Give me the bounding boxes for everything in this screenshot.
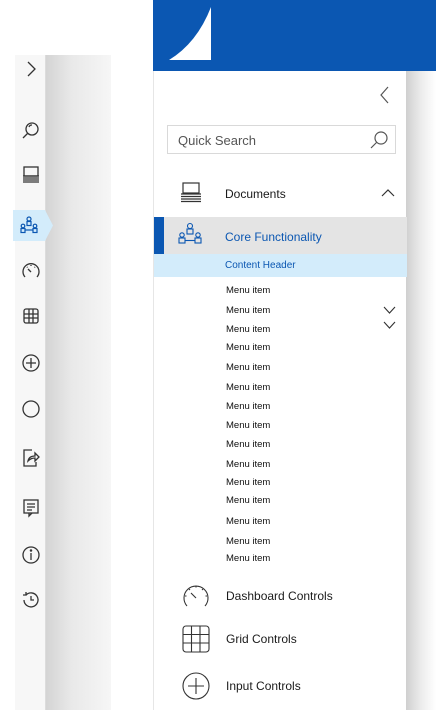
add-icon[interactable] (20, 352, 42, 374)
menu-item[interactable]: Menu item (226, 459, 270, 470)
grid-icon (182, 625, 210, 653)
menu-item[interactable]: Menu item (226, 342, 270, 353)
panel-shadow (406, 71, 436, 710)
menu-item[interactable]: Menu item (226, 382, 270, 393)
search-icon[interactable] (369, 130, 389, 150)
menu-item[interactable]: Menu item (226, 439, 270, 450)
section-documents[interactable]: Documents (154, 176, 407, 212)
menu-item[interactable]: Menu item (226, 477, 270, 488)
menu-item[interactable]: Menu item (226, 285, 270, 296)
dashboard-controls-label: Dashboard Controls (226, 589, 333, 603)
menu-item[interactable]: Menu item (226, 324, 270, 335)
chevron-right-icon[interactable] (20, 58, 42, 80)
core-functionality-label: Core Functionality (225, 230, 322, 244)
chevron-down-icon[interactable] (383, 306, 396, 314)
documents-icon[interactable] (20, 163, 42, 185)
content-header: Content Header (154, 254, 407, 277)
dashboard-controls[interactable]: Dashboard Controls (154, 576, 407, 616)
menu-item[interactable]: Menu item (226, 516, 270, 527)
rail-shadow (46, 55, 111, 710)
menu-item[interactable]: Menu item (226, 420, 270, 431)
grid-icon[interactable] (20, 305, 42, 327)
dashboard-icon[interactable] (20, 260, 42, 282)
menu-item[interactable]: Menu item (226, 536, 270, 547)
quick-search (167, 125, 396, 154)
app-header (153, 0, 436, 71)
dashboard-icon (183, 585, 209, 607)
content-header-label: Content Header (225, 260, 296, 271)
navigation-panel: Documents Core Functionality Content Hea… (153, 71, 407, 710)
active-indicator (154, 217, 164, 254)
chevron-down-icon[interactable] (383, 321, 396, 329)
info-icon[interactable] (20, 544, 42, 566)
menu-item[interactable]: Menu item (226, 553, 270, 564)
search-input[interactable] (178, 131, 358, 149)
menu-item[interactable]: Menu item (226, 362, 270, 373)
core-functionality-icon (178, 222, 202, 244)
rail-gap (111, 55, 153, 710)
menu-item[interactable]: Menu item (226, 305, 270, 316)
menu-item[interactable]: Menu item (226, 401, 270, 412)
form-icon[interactable] (20, 497, 42, 519)
add-icon (182, 672, 210, 700)
icon-rail (15, 55, 46, 710)
chevron-up-icon[interactable] (381, 188, 395, 198)
grid-controls-label: Grid Controls (226, 632, 297, 646)
input-controls[interactable]: Input Controls (154, 666, 407, 706)
documents-icon (181, 182, 201, 203)
core-functionality-icon[interactable] (13, 210, 53, 241)
chevron-left-icon[interactable] (378, 85, 392, 105)
grid-controls[interactable]: Grid Controls (154, 619, 407, 659)
section-core-functionality[interactable]: Core Functionality (154, 217, 407, 254)
logo (169, 7, 211, 60)
menu-item[interactable]: Menu item (226, 495, 270, 506)
history-icon[interactable] (20, 589, 42, 611)
share-icon[interactable] (20, 447, 42, 469)
circle-icon[interactable] (20, 398, 42, 420)
search-icon[interactable] (20, 120, 42, 142)
documents-label: Documents (225, 187, 286, 201)
input-controls-label: Input Controls (226, 679, 301, 693)
